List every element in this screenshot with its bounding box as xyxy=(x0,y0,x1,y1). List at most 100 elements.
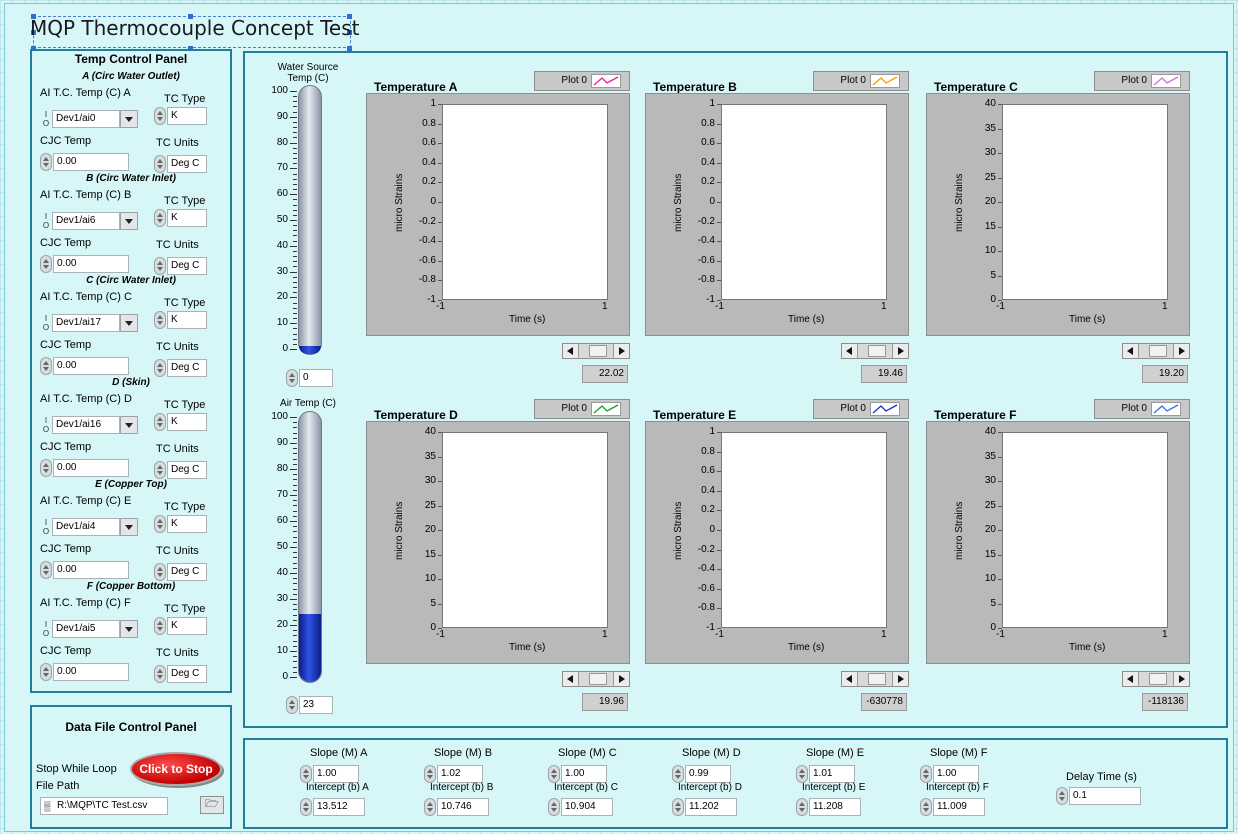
plot-legend[interactable]: Plot 0 xyxy=(534,71,630,91)
scroll-thumb[interactable] xyxy=(589,345,607,357)
scroll-left-icon[interactable] xyxy=(1123,672,1139,686)
intercept-input[interactable]: 11.208 xyxy=(809,798,861,816)
x-scrollbar[interactable] xyxy=(562,343,630,359)
intercept-input[interactable]: 10.746 xyxy=(437,798,489,816)
scroll-right-icon[interactable] xyxy=(892,672,908,686)
tc-units-value[interactable]: Deg C xyxy=(167,665,207,683)
slope-incdec[interactable] xyxy=(424,765,436,783)
slope-incdec[interactable] xyxy=(796,765,808,783)
cjc-temp-incdec[interactable] xyxy=(40,459,52,477)
delay-time-incdec[interactable] xyxy=(1056,787,1068,805)
intercept-input[interactable]: 11.202 xyxy=(685,798,737,816)
ai-channel-select[interactable]: Dev1/ai17 xyxy=(52,314,120,332)
scroll-thumb[interactable] xyxy=(1149,673,1167,685)
tc-units-incdec[interactable] xyxy=(154,665,166,683)
cjc-temp-incdec[interactable] xyxy=(40,357,52,375)
tc-type-incdec[interactable] xyxy=(154,209,166,227)
scroll-thumb[interactable] xyxy=(589,673,607,685)
cjc-temp-input[interactable]: 0.00 xyxy=(53,153,129,171)
tc-units-incdec[interactable] xyxy=(154,461,166,479)
scroll-left-icon[interactable] xyxy=(563,672,579,686)
x-scrollbar[interactable] xyxy=(841,343,909,359)
intercept-input[interactable]: 11.009 xyxy=(933,798,985,816)
tc-type-value[interactable]: K xyxy=(167,413,207,431)
thermometer-value[interactable]: 23 xyxy=(299,696,333,714)
chevron-down-icon[interactable] xyxy=(120,416,138,434)
x-scrollbar[interactable] xyxy=(1122,671,1190,687)
plot-legend[interactable]: Plot 0 xyxy=(1094,71,1190,91)
plot-legend[interactable]: Plot 0 xyxy=(813,399,909,419)
slope-input[interactable]: 1.00 xyxy=(313,765,359,783)
cjc-temp-input[interactable]: 0.00 xyxy=(53,459,129,477)
plot-legend[interactable]: Plot 0 xyxy=(534,399,630,419)
scroll-thumb[interactable] xyxy=(1149,345,1167,357)
cjc-temp-input[interactable]: 0.00 xyxy=(53,255,129,273)
scroll-right-icon[interactable] xyxy=(613,344,629,358)
cjc-temp-incdec[interactable] xyxy=(40,663,52,681)
tc-units-incdec[interactable] xyxy=(154,257,166,275)
delay-time-input[interactable]: 0.1 xyxy=(1069,787,1141,805)
cjc-temp-input[interactable]: 0.00 xyxy=(53,561,129,579)
tc-units-incdec[interactable] xyxy=(154,563,166,581)
stop-button[interactable]: Click to Stop xyxy=(130,752,222,786)
slope-input[interactable]: 1.01 xyxy=(809,765,855,783)
chevron-down-icon[interactable] xyxy=(120,212,138,230)
chevron-down-icon[interactable] xyxy=(120,110,138,128)
thermometer-value[interactable]: 0 xyxy=(299,369,333,387)
tc-units-incdec[interactable] xyxy=(154,155,166,173)
slope-incdec[interactable] xyxy=(920,765,932,783)
tc-units-value[interactable]: Deg C xyxy=(167,461,207,479)
scroll-right-icon[interactable] xyxy=(613,672,629,686)
ai-channel-select[interactable]: Dev1/ai5 xyxy=(52,620,120,638)
tc-units-value[interactable]: Deg C xyxy=(167,257,207,275)
tc-type-value[interactable]: K xyxy=(167,617,207,635)
chevron-down-icon[interactable] xyxy=(120,620,138,638)
scroll-right-icon[interactable] xyxy=(1173,672,1189,686)
tc-type-incdec[interactable] xyxy=(154,413,166,431)
intercept-incdec[interactable] xyxy=(672,798,684,816)
intercept-input[interactable]: 13.512 xyxy=(313,798,365,816)
ai-channel-select[interactable]: Dev1/ai4 xyxy=(52,518,120,536)
scroll-thumb[interactable] xyxy=(868,673,886,685)
tc-units-value[interactable]: Deg C xyxy=(167,563,207,581)
tc-type-value[interactable]: K xyxy=(167,107,207,125)
cjc-temp-input[interactable]: 0.00 xyxy=(53,357,129,375)
tc-type-incdec[interactable] xyxy=(154,311,166,329)
tc-type-value[interactable]: K xyxy=(167,311,207,329)
tc-type-incdec[interactable] xyxy=(154,107,166,125)
chevron-down-icon[interactable] xyxy=(120,314,138,332)
x-scrollbar[interactable] xyxy=(841,671,909,687)
thermometer-incdec[interactable] xyxy=(286,369,298,387)
tc-type-incdec[interactable] xyxy=(154,515,166,533)
intercept-incdec[interactable] xyxy=(920,798,932,816)
scroll-left-icon[interactable] xyxy=(842,672,858,686)
scroll-left-icon[interactable] xyxy=(563,344,579,358)
intercept-incdec[interactable] xyxy=(796,798,808,816)
slope-input[interactable]: 1.00 xyxy=(561,765,607,783)
chevron-down-icon[interactable] xyxy=(120,518,138,536)
tc-units-value[interactable]: Deg C xyxy=(167,359,207,377)
x-scrollbar[interactable] xyxy=(562,671,630,687)
ai-channel-select[interactable]: Dev1/ai16 xyxy=(52,416,120,434)
cjc-temp-input[interactable]: 0.00 xyxy=(53,663,129,681)
scroll-left-icon[interactable] xyxy=(1123,344,1139,358)
x-scrollbar[interactable] xyxy=(1122,343,1190,359)
vi-title[interactable]: MQP Thermocouple Concept Test xyxy=(30,16,359,40)
slope-input[interactable]: 1.00 xyxy=(933,765,979,783)
tc-type-value[interactable]: K xyxy=(167,209,207,227)
tc-type-value[interactable]: K xyxy=(167,515,207,533)
intercept-input[interactable]: 10.904 xyxy=(561,798,613,816)
plot-legend[interactable]: Plot 0 xyxy=(1094,399,1190,419)
ai-channel-select[interactable]: Dev1/ai6 xyxy=(52,212,120,230)
slope-incdec[interactable] xyxy=(672,765,684,783)
scroll-left-icon[interactable] xyxy=(842,344,858,358)
tc-type-incdec[interactable] xyxy=(154,617,166,635)
ai-channel-select[interactable]: Dev1/ai0 xyxy=(52,110,120,128)
cjc-temp-incdec[interactable] xyxy=(40,561,52,579)
intercept-incdec[interactable] xyxy=(548,798,560,816)
scroll-right-icon[interactable] xyxy=(1173,344,1189,358)
tc-units-value[interactable]: Deg C xyxy=(167,155,207,173)
tc-units-incdec[interactable] xyxy=(154,359,166,377)
cjc-temp-incdec[interactable] xyxy=(40,255,52,273)
slope-incdec[interactable] xyxy=(548,765,560,783)
